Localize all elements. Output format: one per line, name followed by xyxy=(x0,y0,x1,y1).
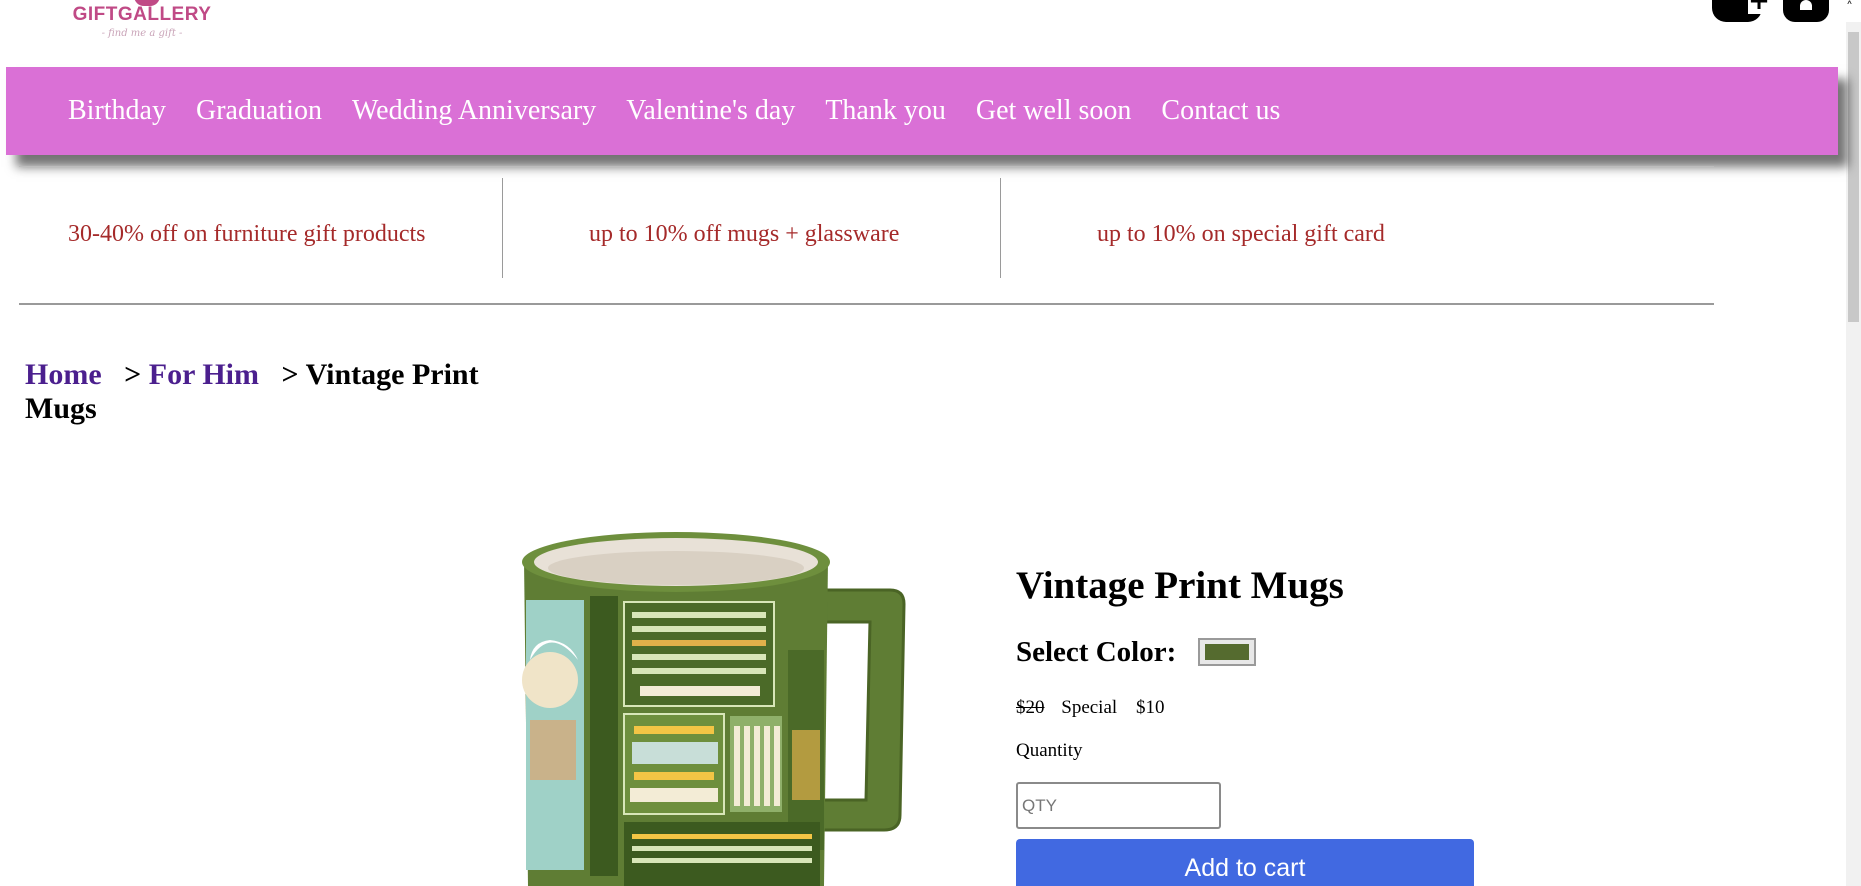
caret-up-icon[interactable]: ˄ xyxy=(1846,0,1853,16)
quantity-label: Quantity xyxy=(1016,740,1083,761)
plus-icon: + xyxy=(1748,0,1770,14)
promo-gift-card: up to 10% on special gift card xyxy=(1097,221,1385,247)
breadcrumb-for-him[interactable]: For Him xyxy=(149,358,259,391)
breadcrumb-separator: > xyxy=(124,358,149,391)
special-label: Special xyxy=(1061,697,1118,718)
quantity-input[interactable] xyxy=(1016,782,1221,829)
logo-title: GIFTGALLERY xyxy=(72,4,212,25)
promo-divider-top xyxy=(19,166,1714,167)
scrollbar-thumb[interactable] xyxy=(1848,32,1859,322)
add-to-cart-button[interactable]: Add to cart xyxy=(1016,839,1474,886)
nav-get-well-soon[interactable]: Get well soon xyxy=(976,95,1132,127)
select-color-label: Select Color: xyxy=(1016,636,1177,668)
basket-handle xyxy=(1800,0,1812,10)
product-image-mug xyxy=(522,532,906,886)
nav-valentines-day[interactable]: Valentine's day xyxy=(626,95,795,127)
basket-icon[interactable] xyxy=(1783,0,1829,22)
promo-furniture: 30-40% off on furniture gift products xyxy=(68,221,426,247)
nav-graduation[interactable]: Graduation xyxy=(196,95,322,127)
product-title: Vintage Print Mugs xyxy=(1016,564,1344,607)
original-price: $20 xyxy=(1016,697,1045,718)
nav-thank-you[interactable]: Thank you xyxy=(825,95,946,127)
nav-contact-us[interactable]: Contact us xyxy=(1161,95,1280,127)
main-nav: Birthday Graduation Wedding Anniversary … xyxy=(6,67,1838,155)
promo-mugs: up to 10% off mugs + glassware xyxy=(589,221,900,247)
color-swatch-fill xyxy=(1205,644,1249,660)
color-swatch-green[interactable] xyxy=(1198,638,1256,666)
breadcrumb-separator: > xyxy=(281,358,306,391)
site-logo[interactable]: GIFTGALLERY - find me a gift - xyxy=(42,0,242,52)
price-row: $20 Special $10 xyxy=(1016,697,1164,719)
page-scrollbar[interactable] xyxy=(1846,22,1861,886)
promo-divider xyxy=(502,178,503,278)
special-price: $10 xyxy=(1135,697,1165,718)
breadcrumb: Home > For Him > Vintage Print Mugs xyxy=(25,358,495,426)
promo-divider-bottom xyxy=(19,303,1714,305)
promo-divider xyxy=(1000,178,1001,278)
breadcrumb-home[interactable]: Home xyxy=(25,358,102,391)
add-user-icon[interactable]: + xyxy=(1712,0,1770,22)
logo-tagline: - find me a gift - xyxy=(101,28,183,39)
nav-birthday[interactable]: Birthday xyxy=(68,95,166,127)
nav-wedding-anniversary[interactable]: Wedding Anniversary xyxy=(352,95,596,127)
